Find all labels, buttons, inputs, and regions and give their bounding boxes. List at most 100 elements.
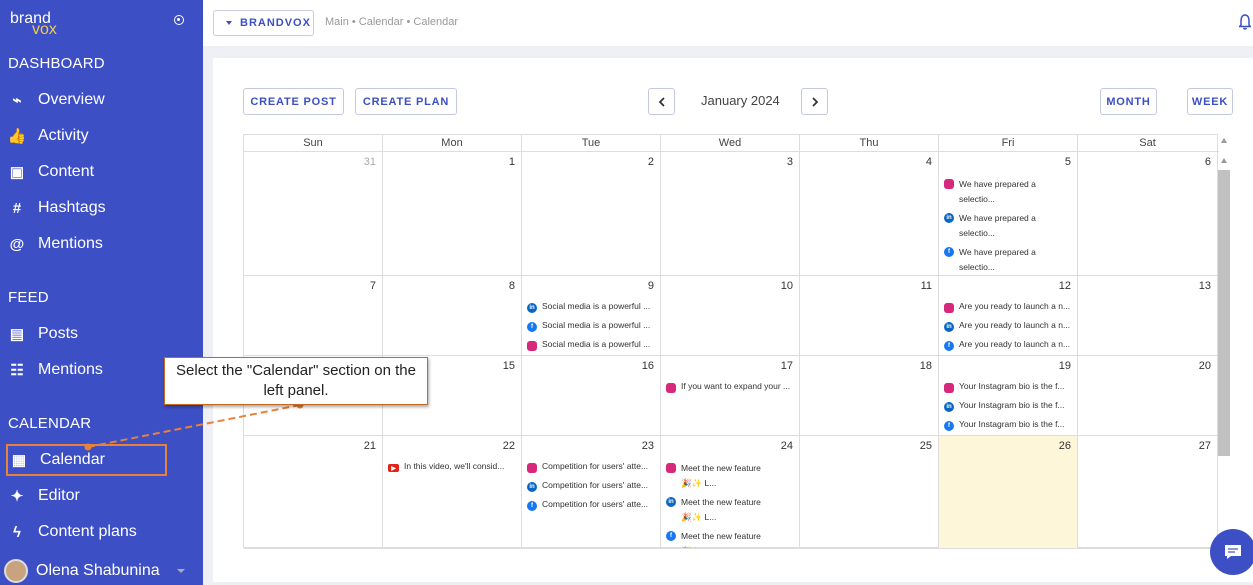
scheduled-post[interactable]: in Meet the new feature 🎉✨ L... [666,495,796,529]
scheduled-post[interactable]: Your Instagram bio is the f... [944,381,1074,400]
scheduled-post[interactable]: f Social media is a powerful ... [527,320,657,339]
sidebar-item-hashtags[interactable]: # Hashtags [8,193,198,223]
scroll-up-icon[interactable] [1221,158,1227,163]
day-events: Are you ready to launch a n... in Are you … [944,301,1074,355]
facebook-icon: f [527,322,537,332]
weekday-label: Fri [939,135,1078,152]
calendar-day-cell[interactable]: 18 [800,356,939,435]
month-view-button[interactable]: MONTH [1100,88,1157,115]
calendar-day-cell[interactable]: 9 in Social media is a powerful ... f Social… [522,276,661,355]
scrollbar-thumb[interactable] [1218,170,1230,456]
prev-month-button[interactable] [648,88,675,115]
scheduled-post[interactable]: ▶ In this video, we'll consid... [388,461,518,480]
sidebar-item-overview[interactable]: ⌁ Overview [8,85,198,115]
calendar-day-cell[interactable]: 8 [383,276,522,355]
scheduled-post[interactable]: Are you ready to launch a n... [944,301,1074,320]
chat-icon [1225,545,1241,559]
sidebar-item-calendar[interactable]: ▦ Calendar [6,444,167,476]
day-events: If you want to expand your ... [666,381,796,400]
calendar-day-cell[interactable]: 3 [661,152,800,275]
calendar-day-cell[interactable]: 6 [1078,152,1217,275]
current-month-label: January 2024 [701,93,780,108]
calendar-day-cell[interactable]: 5 We have prepared a selectio... in We have… [939,152,1078,275]
calendar-day-cell[interactable]: 25 [800,436,939,548]
scheduled-post-text: Meet the new feature 🎉✨ L... [681,497,761,522]
calendar-day-cell[interactable]: 11 [800,276,939,355]
facebook-icon: f [944,421,954,431]
scheduled-post[interactable]: f Competition for users' atte... [527,499,657,518]
day-number: 25 [919,440,932,452]
sidebar-item-content-plans[interactable]: ϟ Content plans [8,517,198,547]
day-events: in Social media is a powerful ... f Social … [527,301,657,355]
scheduled-post[interactable]: in Are you ready to launch a n... [944,320,1074,339]
day-number: 18 [919,360,932,372]
calendar-day-cell[interactable]: 27 [1078,436,1217,548]
calendar-day-cell[interactable]: 12 Are you ready to launch a n... in Are yo… [939,276,1078,355]
scheduled-post[interactable]: If you want to expand your ... [666,381,796,400]
create-post-button[interactable]: CREATE POST [243,88,344,115]
calendar-day-cell[interactable]: 17 If you want to expand your ... [661,356,800,435]
user-menu[interactable]: Olena Shabunina [0,557,203,585]
scheduled-post[interactable]: in Social media is a powerful ... [527,301,657,320]
brand-selector[interactable]: BRANDVOX [213,10,314,36]
calendar-day-cell[interactable]: 22 ▶ In this video, we'll consid... [383,436,522,548]
calendar-day-cell[interactable]: 31 [244,152,383,275]
calendar-day-cell[interactable]: 2 [522,152,661,275]
facebook-icon: f [666,531,676,541]
calendar-day-cell[interactable]: 20 [1078,356,1217,435]
scheduled-post[interactable]: f Are you ready to launch a n... [944,339,1074,355]
chevron-down-icon [177,569,185,573]
scheduled-post[interactable]: We have prepared a selectio... [944,177,1074,211]
day-number: 9 [647,280,654,292]
day-number: 5 [1064,156,1071,168]
instagram-icon [666,383,676,393]
sidebar-item-mentions[interactable]: @ Mentions [8,229,198,259]
scheduled-post[interactable]: in We have prepared a selectio... [944,211,1074,245]
scheduled-post[interactable]: Meet the new feature 🎉✨ L... [666,461,796,495]
day-events: ▶ In this video, we'll consid... [388,461,518,480]
calendar-day-cell[interactable]: 10 [661,276,800,355]
scheduled-post[interactable]: in Competition for users' atte... [527,480,657,499]
breadcrumb: Main • Calendar • Calendar [325,16,459,28]
calendar-day-cell[interactable]: 7 [244,276,383,355]
calendar-day-cell[interactable]: 1 [383,152,522,275]
create-plan-button[interactable]: CREATE PLAN [355,88,457,115]
sidebar-item-editor[interactable]: ✦ Editor [8,481,198,511]
scheduled-post[interactable]: in Your Instagram bio is the f... [944,400,1074,419]
chevron-left-icon [658,96,665,107]
scheduled-post-text: In this video, we'll consid... [404,461,505,471]
day-number: 7 [369,280,376,292]
scheduled-post[interactable]: f We have prepared a selectio... [944,245,1074,275]
calendar-day-cell[interactable]: 4 [800,152,939,275]
scheduled-post[interactable]: f Meet the new feature 🎉✨ L... [666,529,796,548]
sidebar-toggle-icon[interactable] [174,15,184,25]
sidebar-item-activity[interactable]: 👍 Activity [8,121,198,151]
linkedin-icon: in [666,497,676,507]
instruction-callout: Select the "Calendar" section on the lef… [164,357,428,405]
calendar-day-cell[interactable]: 23 Competition for users' atte... in Compet… [522,436,661,548]
calendar-scrollbar[interactable] [1218,134,1230,548]
scroll-up-icon[interactable] [1221,138,1227,143]
brandvox-logo[interactable]: brand vox [10,10,70,38]
scheduled-post[interactable]: Competition for users' atte... [527,461,657,480]
sidebar-item-posts[interactable]: ▤ Posts [8,319,198,349]
sidebar: brand vox DASHBOARD ⌁ Overview 👍 Activity ▣ C… [0,0,203,585]
day-number: 3 [786,156,793,168]
calendar-day-cell[interactable]: 16 [522,356,661,435]
next-month-button[interactable] [801,88,828,115]
week-view-button[interactable]: WEEK [1187,88,1233,115]
sidebar-item-content[interactable]: ▣ Content [8,157,198,187]
calendar-day-cell[interactable]: 26 [939,436,1078,548]
day-number: 27 [1198,440,1211,452]
instagram-icon [944,179,954,189]
calendar-day-cell[interactable]: 19 Your Instagram bio is the f... in Your I… [939,356,1078,435]
calendar-day-cell[interactable]: 24 Meet the new feature 🎉✨ L... in Meet the… [661,436,800,548]
chevron-right-icon [811,96,818,107]
bell-icon[interactable] [1239,14,1251,30]
scheduled-post[interactable]: f Your Instagram bio is the f... [944,419,1074,435]
calendar-day-cell[interactable]: 21 [244,436,383,548]
scheduled-post[interactable]: Social media is a powerful ... [527,339,657,355]
scheduled-post-text: Social media is a powerful ... [542,339,651,349]
chat-button[interactable] [1210,529,1253,575]
calendar-day-cell[interactable]: 13 [1078,276,1217,355]
